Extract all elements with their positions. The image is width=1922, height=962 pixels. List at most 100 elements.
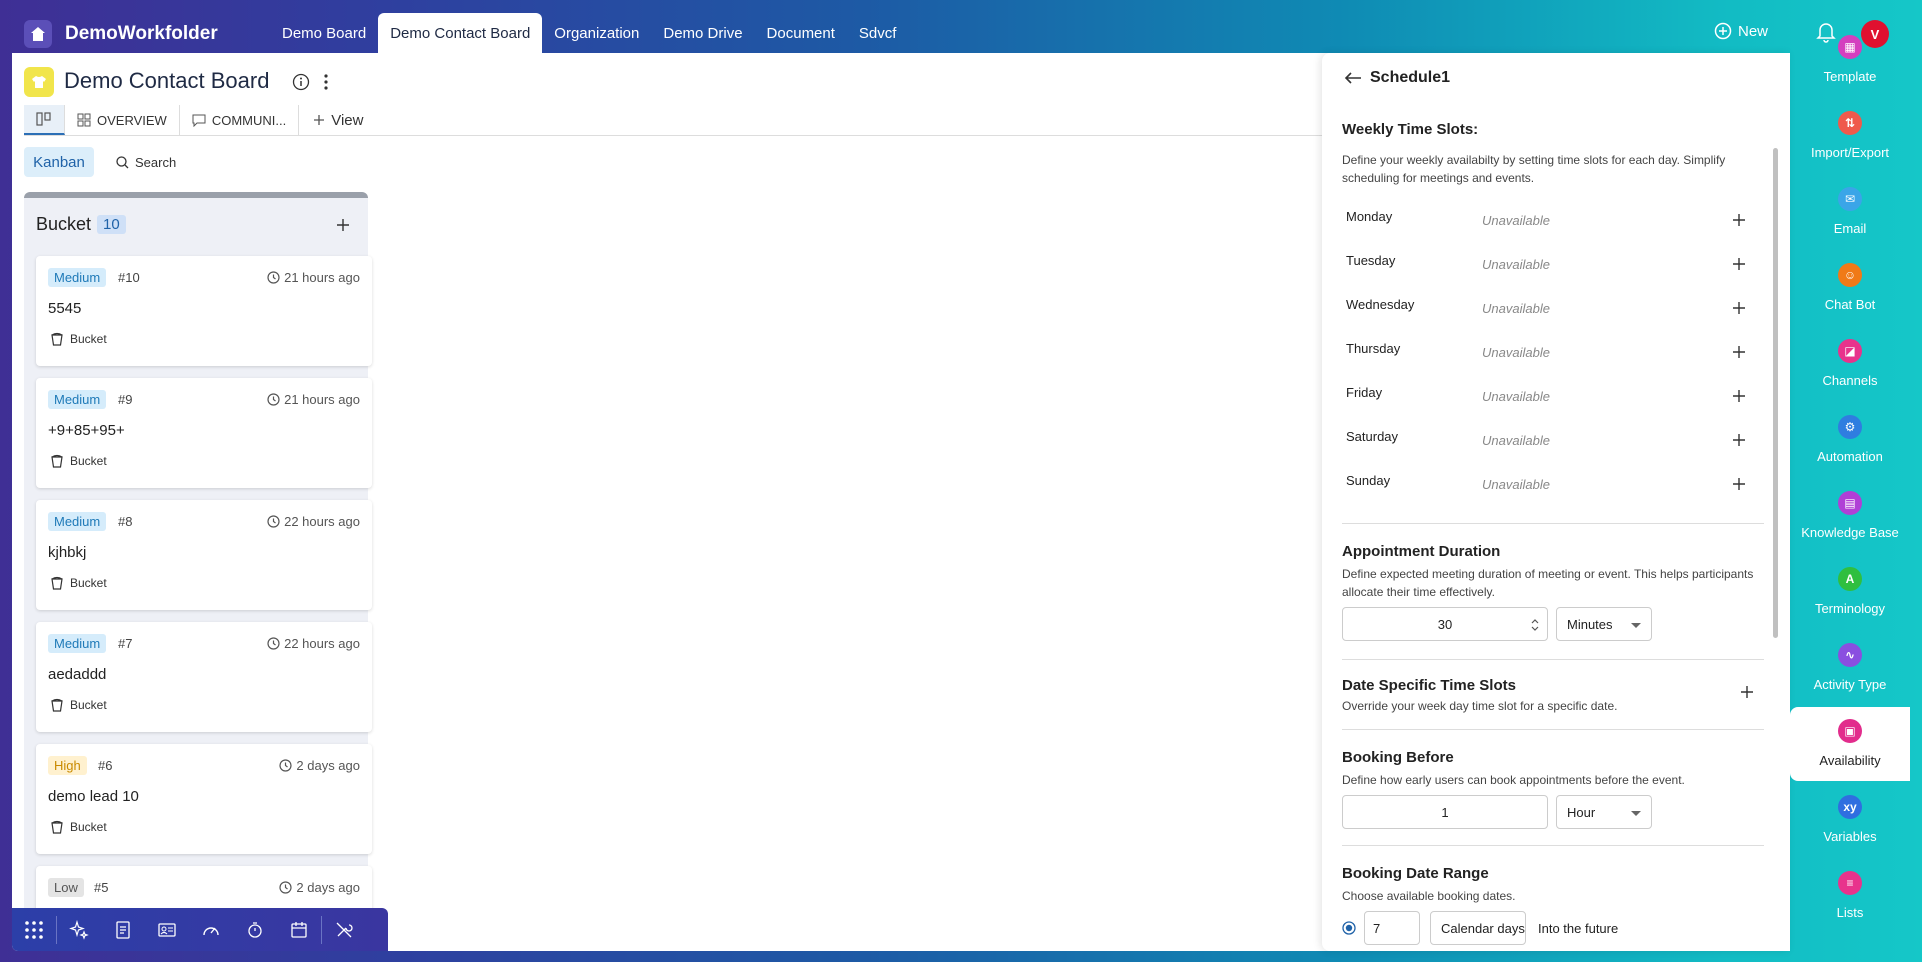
add-card-icon[interactable] bbox=[336, 218, 350, 232]
import-export-icon: ⇅ bbox=[1838, 111, 1862, 135]
day-name: Wednesday bbox=[1346, 297, 1415, 312]
sidebar-item-knowledge-base[interactable]: ▤ Knowledge Base bbox=[1790, 479, 1910, 553]
weekly-time-slots-title: Weekly Time Slots: bbox=[1342, 121, 1479, 138]
search-button[interactable]: Search bbox=[116, 147, 176, 177]
card-number: #6 bbox=[98, 758, 113, 773]
add-time-slot-icon[interactable] bbox=[1732, 389, 1746, 403]
channels-icon: ◪ bbox=[1838, 339, 1862, 363]
lead-card[interactable]: Medium #9 21 hours ago +9+85+95+ Bucket bbox=[36, 378, 372, 488]
document-icon bbox=[116, 920, 130, 939]
lead-card[interactable]: Medium #8 22 hours ago kjhbkj Bucket bbox=[36, 500, 372, 610]
day-row: Monday Unavailable bbox=[1342, 203, 1762, 239]
tabs-divider bbox=[24, 135, 1334, 136]
chat-icon bbox=[192, 114, 206, 127]
board-icon bbox=[24, 67, 54, 97]
tab-demo-board[interactable]: Demo Board bbox=[270, 13, 378, 55]
date-range-days-input[interactable]: 7 bbox=[1364, 911, 1420, 945]
tab-sdvcf[interactable]: Sdvcf bbox=[847, 13, 909, 55]
card-title: aedaddd bbox=[48, 666, 107, 683]
tab-organization[interactable]: Organization bbox=[542, 13, 651, 55]
dashboard-button[interactable] bbox=[189, 908, 233, 951]
info-icon[interactable] bbox=[292, 73, 310, 91]
back-arrow-icon[interactable] bbox=[1344, 71, 1362, 85]
sidebar-item-template[interactable]: ▦ Template bbox=[1790, 23, 1910, 97]
view-tabs: OVERVIEW COMMUNI... View bbox=[24, 105, 377, 135]
day-name: Sunday bbox=[1346, 473, 1391, 488]
add-view-button[interactable]: View bbox=[299, 105, 377, 135]
tab-communication[interactable]: COMMUNI... bbox=[180, 105, 300, 135]
more-vertical-icon[interactable] bbox=[322, 73, 330, 91]
card-bucket: Bucket bbox=[50, 454, 107, 468]
bucket-icon bbox=[51, 454, 63, 468]
new-button[interactable]: New bbox=[1714, 22, 1768, 40]
sidebar-item-variables[interactable]: xy Variables bbox=[1790, 783, 1910, 857]
sidebar-item-import-export[interactable]: ⇅ Import/Export bbox=[1790, 99, 1910, 173]
duration-input[interactable]: 30 bbox=[1342, 607, 1548, 641]
stepper-icon[interactable] bbox=[1531, 618, 1539, 632]
day-row: Friday Unavailable bbox=[1342, 379, 1762, 415]
ai-sparkle-button[interactable] bbox=[57, 908, 101, 951]
tab-demo-drive[interactable]: Demo Drive bbox=[651, 13, 754, 55]
date-range-unit-select[interactable]: Calendar days bbox=[1430, 911, 1526, 945]
card-title: kjhbkj bbox=[48, 544, 87, 561]
booking-before-input[interactable]: 1 bbox=[1342, 795, 1548, 829]
calendar-button[interactable] bbox=[277, 908, 321, 951]
card-timestamp: 2 days ago bbox=[279, 880, 360, 895]
apps-grid-button[interactable] bbox=[12, 908, 56, 951]
sidebar-item-automation[interactable]: ⚙ Automation bbox=[1790, 403, 1910, 477]
date-specific-title: Date Specific Time Slots bbox=[1342, 677, 1516, 694]
day-status: Unavailable bbox=[1482, 213, 1550, 228]
add-time-slot-icon[interactable] bbox=[1732, 301, 1746, 315]
duration-unit-select[interactable]: Minutes bbox=[1556, 607, 1652, 641]
card-bucket: Bucket bbox=[50, 576, 107, 590]
lead-card[interactable]: High #6 2 days ago demo lead 10 Bucket bbox=[36, 744, 372, 854]
sidebar-item-label: Chat Bot bbox=[1824, 297, 1876, 312]
notes-button[interactable] bbox=[101, 908, 145, 951]
sidebar-item-label: Automation bbox=[1817, 449, 1883, 464]
appointment-duration-title: Appointment Duration bbox=[1342, 543, 1501, 560]
tab-demo-contact-board[interactable]: Demo Contact Board bbox=[378, 13, 543, 55]
sidebar-item-activity-type[interactable]: ∿ Activity Type bbox=[1790, 631, 1910, 705]
add-time-slot-icon[interactable] bbox=[1732, 433, 1746, 447]
date-range-unit-value: Calendar days bbox=[1441, 920, 1525, 936]
sidebar-item-chat-bot[interactable]: ☺ Chat Bot bbox=[1790, 251, 1910, 325]
add-date-slot-icon[interactable] bbox=[1740, 685, 1754, 699]
day-row: Wednesday Unavailable bbox=[1342, 291, 1762, 327]
priority-badge: Medium bbox=[48, 512, 107, 531]
lead-card[interactable]: Medium #10 21 hours ago 5545 Bucket bbox=[36, 256, 372, 366]
booking-date-range-title: Booking Date Range bbox=[1342, 865, 1489, 882]
column-count-badge: 10 bbox=[97, 215, 126, 234]
radio-selected-icon[interactable] bbox=[1342, 921, 1356, 935]
panel-scrollbar[interactable] bbox=[1773, 148, 1778, 638]
card-bucket-label: Bucket bbox=[70, 576, 107, 590]
sparkle-icon bbox=[69, 919, 89, 940]
sidebar-item-lists[interactable]: ≡ Lists bbox=[1790, 859, 1910, 933]
add-time-slot-icon[interactable] bbox=[1732, 213, 1746, 227]
add-time-slot-icon[interactable] bbox=[1732, 477, 1746, 491]
sidebar-item-channels[interactable]: ◪ Channels bbox=[1790, 327, 1910, 401]
availability-icon: ▣ bbox=[1838, 719, 1862, 743]
sidebar-item-label: Channels bbox=[1822, 373, 1878, 388]
chat-bot-icon: ☺ bbox=[1838, 263, 1862, 287]
home-button[interactable] bbox=[24, 20, 52, 48]
tab-kanban-view[interactable] bbox=[24, 105, 65, 135]
add-time-slot-icon[interactable] bbox=[1732, 345, 1746, 359]
tools-off-button[interactable] bbox=[322, 908, 366, 951]
contact-card-button[interactable] bbox=[145, 908, 189, 951]
timer-button[interactable] bbox=[233, 908, 277, 951]
tab-document[interactable]: Document bbox=[755, 13, 847, 55]
section-divider bbox=[1342, 659, 1764, 660]
sidebar-item-availability[interactable]: ▣ Availability bbox=[1790, 707, 1910, 781]
sidebar-item-terminology[interactable]: A Terminology bbox=[1790, 555, 1910, 629]
lead-card[interactable]: Medium #7 22 hours ago aedaddd Bucket bbox=[36, 622, 372, 732]
kanban-button[interactable]: Kanban bbox=[24, 147, 94, 177]
workspace-name[interactable]: DemoWorkfolder bbox=[65, 23, 218, 45]
tab-overview[interactable]: OVERVIEW bbox=[65, 105, 180, 135]
card-bucket: Bucket bbox=[50, 698, 107, 712]
booking-before-unit-select[interactable]: Hour bbox=[1556, 795, 1652, 829]
sidebar-item-email[interactable]: ✉ Email bbox=[1790, 175, 1910, 249]
card-number: #10 bbox=[118, 270, 140, 285]
add-time-slot-icon[interactable] bbox=[1732, 257, 1746, 271]
grid-icon bbox=[77, 113, 91, 127]
card-time-text: 21 hours ago bbox=[284, 392, 360, 407]
